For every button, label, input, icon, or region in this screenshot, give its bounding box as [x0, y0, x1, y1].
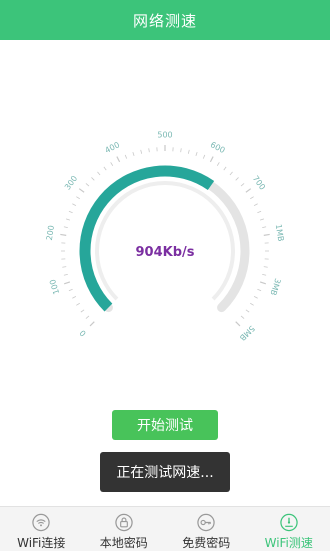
gauge-tick: [64, 227, 68, 228]
gauge-tick: [64, 274, 68, 275]
wifi-icon: [31, 513, 51, 532]
gauge-tick: [250, 197, 253, 199]
lock-icon: [114, 513, 134, 532]
gauge-tick: [81, 310, 84, 312]
gauge-tick: [210, 157, 213, 162]
gauge-tick: [254, 204, 258, 206]
gauge-tick: [217, 162, 219, 165]
gauge-tick: [79, 189, 84, 193]
gauge-tick: [241, 316, 244, 319]
gauge-tick: [257, 289, 261, 291]
gauge-tick: [196, 152, 197, 156]
tab-label: 免费密码: [182, 534, 230, 551]
gauge-tick: [76, 197, 79, 199]
gauge-tick-label: 200: [45, 225, 56, 242]
gauge-tick: [149, 148, 150, 152]
tab-wifi-speed[interactable]: WiFi测速: [248, 507, 330, 551]
gauge-tick: [236, 322, 240, 326]
page-title: 网络测速: [133, 10, 197, 31]
gauge-tick: [69, 211, 73, 213]
gauge-tick: [264, 234, 270, 235]
gauge-tick-label: 500: [157, 131, 172, 140]
gauge-progress: [85, 171, 211, 308]
app-header: 网络测速: [0, 0, 330, 40]
speed-value: 904Kb/s: [135, 245, 194, 260]
gauge-tick: [260, 219, 264, 220]
gauge-tick: [64, 282, 70, 284]
gauge-tick: [66, 219, 70, 220]
gauge-tick: [76, 303, 79, 305]
gauge-tick: [69, 289, 73, 291]
gauge-tick: [91, 177, 94, 180]
gauge-tick: [90, 322, 94, 326]
gauge-tick: [203, 155, 205, 159]
gauge-tick: [246, 310, 249, 312]
gauge-tick: [262, 227, 266, 228]
bottom-tab-bar: WiFi连接 本地密码 免费密码 WiFi测速: [0, 506, 330, 551]
toast-message: 正在测试网速...: [100, 452, 230, 492]
gauge-tick-label: 600: [209, 140, 227, 155]
gauge-tick: [133, 152, 134, 156]
gauge-tick: [72, 296, 76, 298]
toast-text: 正在测试网速...: [116, 462, 213, 482]
gauge-tick-label: 700: [251, 174, 267, 192]
tab-local-password[interactable]: 本地密码: [83, 507, 166, 551]
gauge-tick-label: 100: [48, 278, 61, 295]
speed-gauge: 0 100 200 300 400 500 600 700 1MB 3MB 5MB 904Kb/s: [0, 40, 330, 380]
gauge-tick: [250, 303, 253, 305]
gauge-tick: [111, 162, 113, 165]
gauge-tick: [246, 189, 251, 193]
gauge-tick: [264, 267, 268, 268]
gauge-tick-label: 3MB: [268, 277, 282, 296]
gauge-tick: [97, 172, 100, 175]
gauge-tick: [125, 155, 127, 159]
tab-free-password[interactable]: 免费密码: [165, 507, 248, 551]
gauge-inner-ring: [97, 183, 233, 299]
gauge-tick-label: 1MB: [274, 224, 286, 243]
gauge-tick: [72, 204, 76, 206]
gauge-tick: [236, 177, 239, 180]
gauge-tick-label: 300: [63, 174, 79, 192]
gauge-tick-label: 5MB: [238, 324, 257, 343]
gauge-tick-label: 0: [78, 328, 88, 338]
gauge-tick: [230, 172, 233, 175]
gauge-tick: [241, 183, 244, 186]
gauge-tick: [254, 296, 258, 298]
gauge-svg: 0 100 200 300 400 500 600 700 1MB 3MB 5MB 904Kb/s: [0, 40, 330, 380]
gauge-tick: [260, 282, 266, 284]
start-test-button[interactable]: 开始测试: [112, 410, 218, 440]
tab-wifi-connect[interactable]: WiFi连接: [0, 507, 83, 551]
gauge-tick: [104, 167, 106, 170]
speedometer-icon: [279, 513, 299, 532]
gauge-tick: [62, 267, 66, 268]
tab-label: WiFi测速: [265, 534, 313, 551]
gauge-tick: [141, 150, 142, 154]
tab-label: 本地密码: [100, 534, 148, 551]
gauge-tick: [60, 234, 66, 235]
gauge-tick-label: 400: [103, 140, 121, 155]
gauge-tick: [86, 316, 89, 319]
key-icon: [196, 513, 216, 532]
gauge-tick: [86, 183, 89, 186]
gauge-tick: [181, 148, 182, 152]
tab-label: WiFi连接: [17, 534, 65, 551]
gauge-tick: [188, 150, 189, 154]
gauge-tick: [257, 211, 261, 213]
gauge-tick: [117, 157, 120, 162]
gauge-tick: [262, 274, 266, 275]
gauge-tick: [224, 167, 226, 170]
